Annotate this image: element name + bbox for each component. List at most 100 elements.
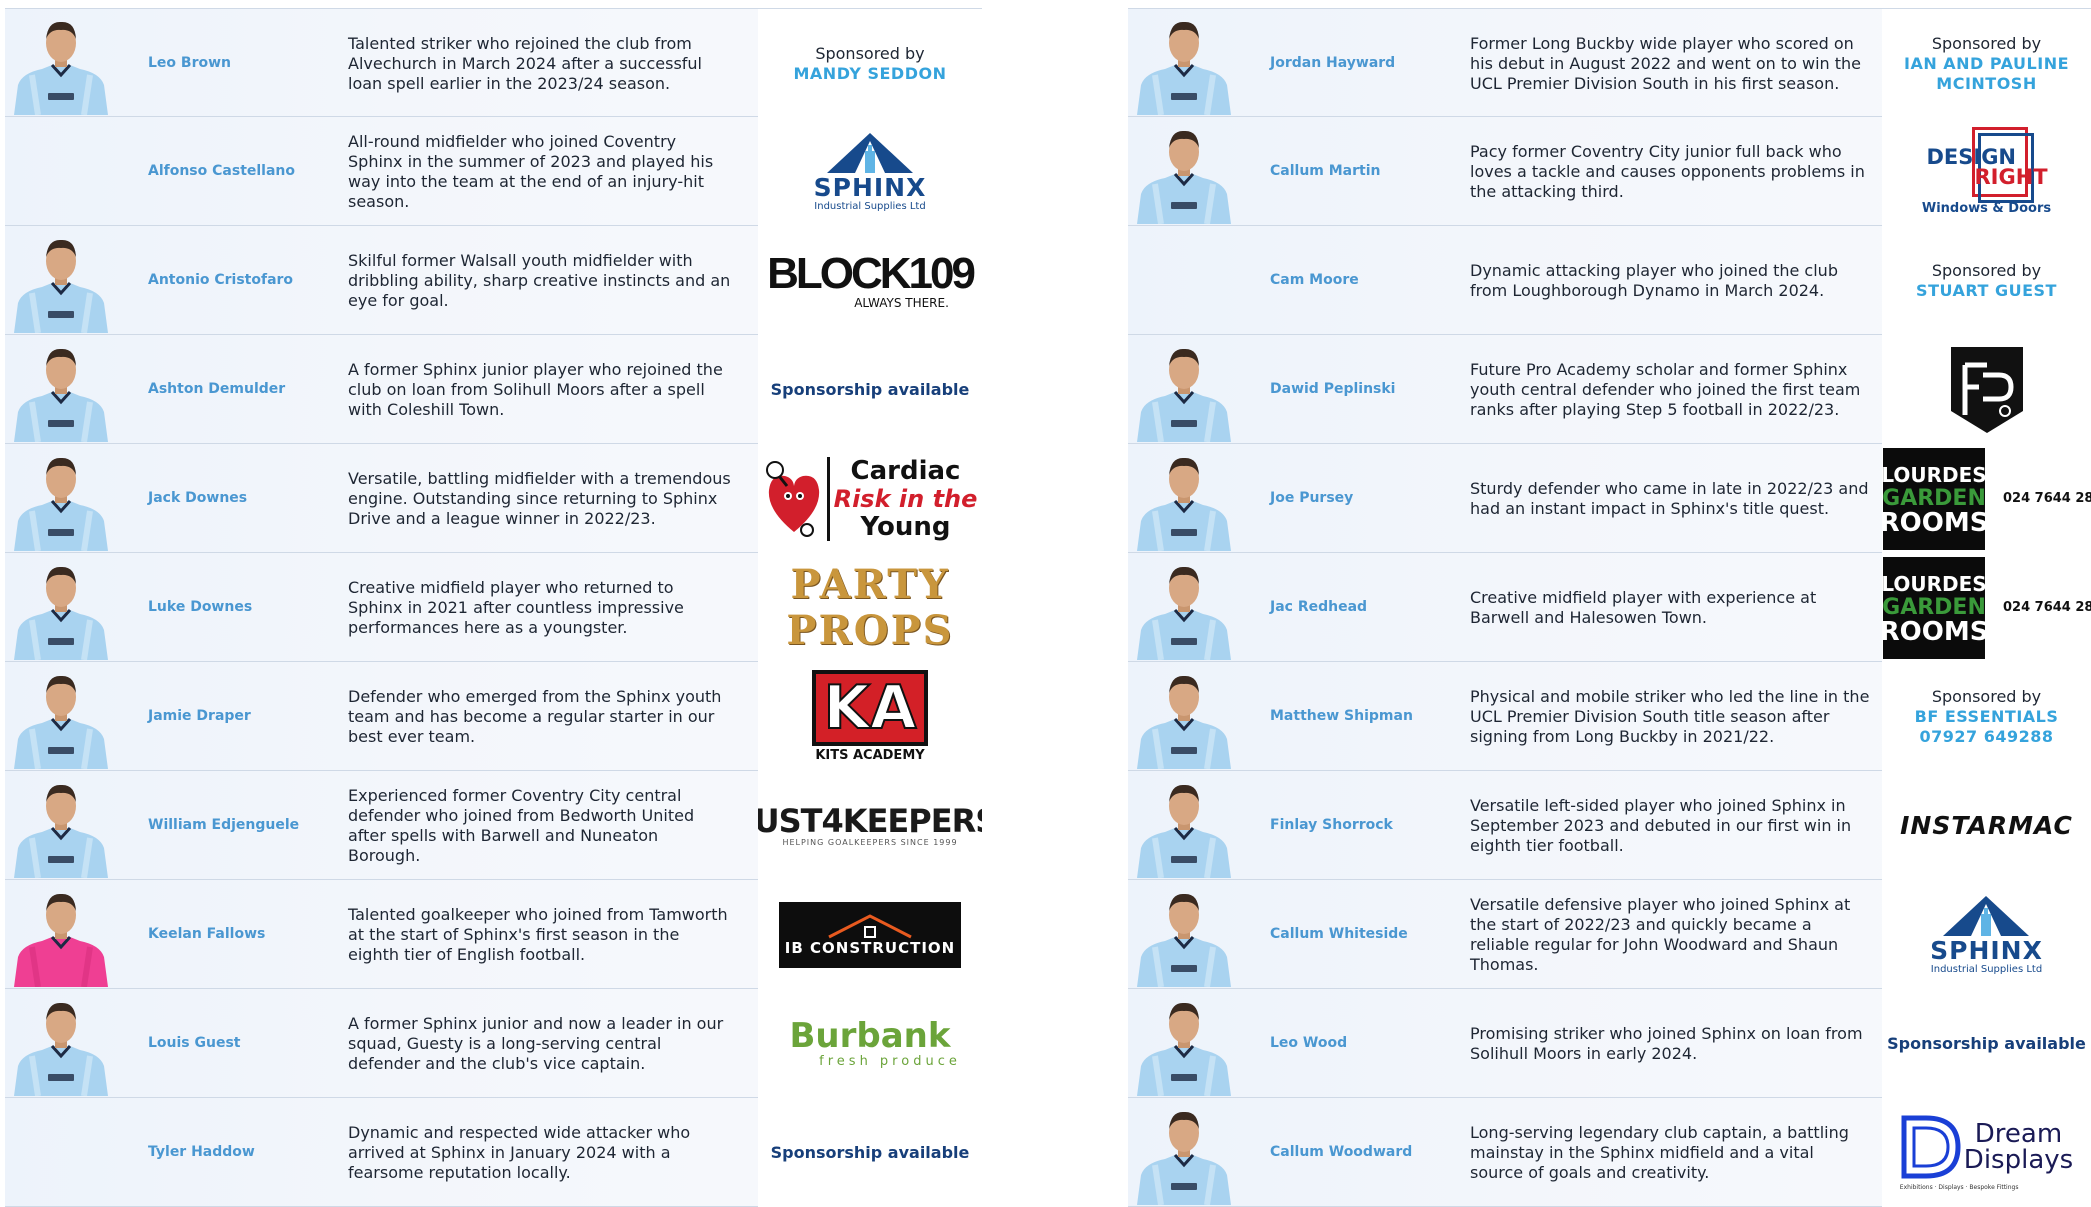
player-name[interactable]: Jack Downes — [148, 444, 247, 553]
party-props-logo: PARTY PROPS — [786, 561, 953, 654]
player-photo — [1131, 560, 1237, 660]
sponsor-phone: 07927 649288 — [1919, 726, 2054, 746]
sphinx-logo: SPHINX Industrial Supplies Ltd — [1930, 894, 2043, 976]
sponsor-name: IAN AND PAULINE MCINTOSH — [1903, 53, 2070, 93]
sponsor-cell: Sponsored by BF ESSENTIALS 07927 649288 — [1882, 662, 2091, 771]
future-pro-shield-icon — [1950, 346, 2023, 433]
right-player-column: Jordan Hayward Former Long Buckby wide p… — [1128, 8, 2091, 1207]
sponsor-cell: Sponsored by IAN AND PAULINE MCINTOSH — [1882, 9, 2091, 118]
player-row: Ashton Demulder A former Sphinx junior p… — [5, 335, 982, 444]
player-description: Talented striker who rejoined the club f… — [348, 33, 702, 93]
player-row: Jack Downes Versatile, battling midfield… — [5, 444, 982, 553]
player-name[interactable]: Keelan Fallows — [148, 880, 265, 989]
sponsorship-available-link[interactable]: Sponsorship available — [771, 380, 970, 399]
player-name[interactable]: Jac Redhead — [1270, 553, 1367, 662]
player-description: Defender who emerged from the Sphinx you… — [348, 686, 722, 746]
player-name[interactable]: Antonio Cristofaro — [148, 226, 293, 335]
player-description: Versatile defensive player who joined Sp… — [1470, 894, 1851, 974]
sponsor-cell: IB CONSTRUCTION — [758, 880, 982, 989]
player-photo — [8, 342, 114, 442]
player-row: Antonio Cristofaro Skilful former Walsal… — [5, 226, 982, 335]
sponsorship-available-link[interactable]: Sponsorship available — [1887, 1034, 2086, 1053]
kits-academy-text: KITS ACADEMY — [815, 748, 925, 763]
left-player-column: Leo Brown Talented striker who rejoined … — [5, 8, 982, 1207]
cardiac-line-2: Risk in the — [833, 484, 978, 513]
player-name[interactable]: Louis Guest — [148, 989, 241, 1098]
player-name[interactable]: Dawid Peplinski — [1270, 335, 1395, 444]
player-description: Pacy former Coventry City junior full ba… — [1470, 141, 1865, 201]
player-row: Dawid Peplinski Future Pro Academy schol… — [1128, 335, 2091, 444]
just4keepers-text: JUST4KEEPERS — [758, 802, 982, 840]
player-description: Versatile, battling midfielder with a tr… — [348, 468, 731, 528]
player-description: A former Sphinx junior player who rejoin… — [348, 359, 723, 419]
player-row: Luke Downes Creative midfield player who… — [5, 553, 982, 662]
player-name[interactable]: Cam Moore — [1270, 226, 1359, 335]
cardiac-risk-logo: Cardiac Risk in the Young — [763, 456, 978, 541]
empty-photo-slot — [8, 1105, 114, 1205]
player-description: Skilful former Walsall youth midfielder … — [348, 250, 731, 310]
sponsor-cell: Sponsored by STUART GUEST — [1882, 226, 2091, 335]
sponsor-credit: Sponsored by IAN AND PAULINE MCINTOSH — [1882, 34, 2091, 94]
player-name[interactable]: Alfonso Castellano — [148, 117, 295, 226]
sponsor-cell: BLOCK109 ALWAYS THERE. — [758, 226, 982, 335]
player-name[interactable]: Ashton Demulder — [148, 335, 285, 444]
player-name[interactable]: Callum Whiteside — [1270, 880, 1408, 989]
sponsor-cell: Sponsorship available — [758, 335, 982, 444]
sphinx-logo-subtext: Industrial Supplies Ltd — [814, 200, 926, 212]
sponsor-cell: KA KITS ACADEMY — [758, 662, 982, 771]
empty-photo-slot — [8, 124, 114, 224]
player-row: Leo Brown Talented striker who rejoined … — [5, 8, 982, 118]
player-description: A former Sphinx junior and now a leader … — [348, 1013, 724, 1073]
player-name[interactable]: Callum Woodward — [1270, 1098, 1412, 1207]
player-row: Jamie Draper Defender who emerged from t… — [5, 662, 982, 771]
sponsor-cell: SPHINX Industrial Supplies Ltd — [1882, 880, 2091, 989]
player-description: Creative midfield player who returned to… — [348, 577, 684, 637]
player-row: Joe Pursey Sturdy defender who came in l… — [1128, 444, 2091, 553]
dream-d-icon — [1901, 1115, 1961, 1179]
heart-mascot-icon — [765, 460, 819, 537]
player-name[interactable]: Joe Pursey — [1270, 444, 1353, 553]
player-row: Keelan Fallows Talented goalkeeper who j… — [5, 880, 982, 989]
sponsorship-available-link[interactable]: Sponsorship available — [771, 1143, 970, 1162]
player-description: Dynamic attacking player who joined the … — [1470, 260, 1838, 300]
sponsor-cell: LOURDES GARDEN ROOMS 024 7644 2833 — [1882, 444, 2091, 553]
player-row: Jordan Hayward Former Long Buckby wide p… — [1128, 8, 2091, 118]
sponsor-name: BF ESSENTIALS — [1914, 706, 2059, 726]
sponsor-cell: JUST4KEEPERS HELPING GOALKEEPERS SINCE 1… — [758, 771, 982, 880]
player-row: Cam Moore Dynamic attacking player who j… — [1128, 226, 2091, 335]
player-name[interactable]: Callum Martin — [1270, 117, 1381, 226]
player-name[interactable]: Matthew Shipman — [1270, 662, 1413, 771]
sponsor-cell — [1882, 335, 2091, 444]
lourdes-line-2: GARDEN — [1882, 485, 1986, 511]
burbank-subtext: fresh produce — [819, 1054, 961, 1069]
sphinx-logo-text: SPHINX — [813, 172, 927, 202]
sponsor-cell: Cardiac Risk in the Young — [758, 444, 982, 553]
player-name[interactable]: Tyler Haddow — [148, 1098, 255, 1207]
lourdes-phone: 024 7644 2833 — [2003, 600, 2091, 615]
player-description: Long-serving legendary club captain, a b… — [1470, 1122, 1849, 1182]
sponsor-cell: Sponsorship available — [1882, 989, 2091, 1098]
player-name[interactable]: Jamie Draper — [148, 662, 251, 771]
player-photo — [1131, 1105, 1237, 1205]
design-right-logo: DESIGN RIGHT Windows & Doors — [1922, 127, 2051, 216]
sphinx-logo-subtext: Industrial Supplies Ltd — [1930, 963, 2043, 975]
player-name[interactable]: Jordan Hayward — [1270, 9, 1395, 118]
player-row: Callum Woodward Long-serving legendary c… — [1128, 1098, 2091, 1207]
player-photo — [8, 233, 114, 333]
player-row: Finlay Shorrock Versatile left-sided pla… — [1128, 771, 2091, 880]
player-row: Matthew Shipman Physical and mobile stri… — [1128, 662, 2091, 771]
lourdes-garden-rooms-logo: LOURDES GARDEN ROOMS 024 7644 2833 — [1882, 447, 2091, 550]
player-name[interactable]: Finlay Shorrock — [1270, 771, 1393, 880]
player-photo — [8, 778, 114, 878]
instarmac-logo: INSTARMAC — [1900, 811, 2073, 840]
sponsor-credit: Sponsored by STUART GUEST — [1916, 261, 2057, 301]
player-name[interactable]: Leo Wood — [1270, 989, 1347, 1098]
player-name[interactable]: Leo Brown — [148, 9, 231, 118]
player-name[interactable]: Luke Downes — [148, 553, 252, 662]
sponsored-by-label: Sponsored by — [1931, 33, 2042, 53]
player-description: Creative midfield player with experience… — [1470, 587, 1817, 627]
player-row: Tyler Haddow Dynamic and respected wide … — [5, 1098, 982, 1207]
player-photo — [1131, 887, 1237, 987]
ib-construction-text: IB CONSTRUCTION — [784, 938, 956, 957]
player-name[interactable]: William Edjenguele — [148, 771, 299, 880]
